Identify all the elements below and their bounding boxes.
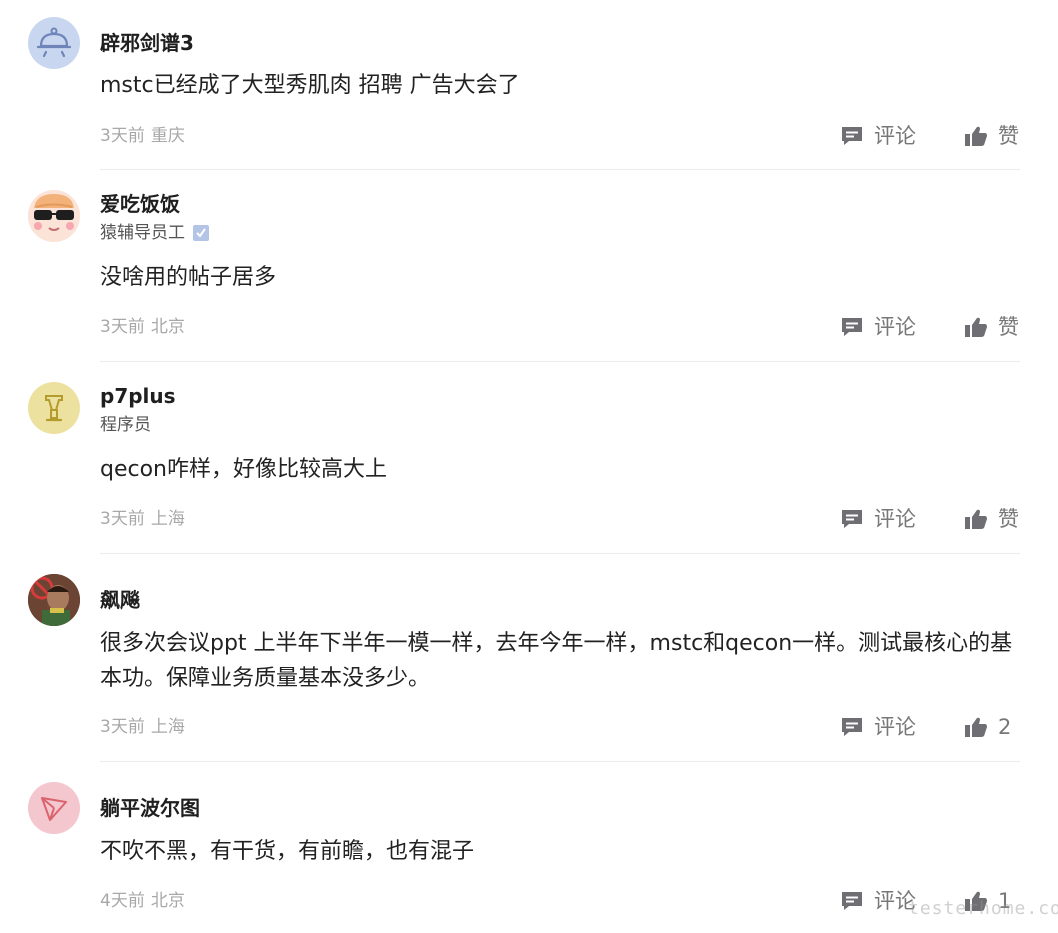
comment-bubble-icon [842,718,862,736]
comment-time: 3天前 [100,126,145,146]
user-role: 程序员 [100,414,151,436]
like-button[interactable]: 赞 [964,506,1019,532]
like-label: 赞 [998,315,1019,339]
comment-location: 上海 [150,509,185,529]
comment-location: 重庆 [150,126,185,146]
comment-location: 上海 [150,717,185,737]
thumbs-up-icon [965,126,987,146]
comment-location: 北京 [150,317,185,337]
username[interactable]: 躺平波尔图 [100,795,200,821]
comment-time: 3天前 [100,717,145,737]
comment-bubble-icon [842,510,862,528]
bell-tray-icon [36,27,72,58]
comment-location: 北京 [150,891,185,911]
user-avatar[interactable] [28,190,80,242]
username[interactable]: 爱吃饭饭 [100,191,180,217]
comment-text: 很多次会议ppt 上半年下半年一模一样，去年今年一样，mstc和qecon一样。… [100,631,1013,691]
user-avatar[interactable] [28,782,80,834]
divider [100,761,1020,762]
comment-meta: 3天前 上海 [100,508,185,530]
comment-bubble-icon [842,892,862,910]
divider [100,553,1020,554]
reply-label: 评论 [874,124,916,148]
user-role: 猿辅导员工 [100,222,209,244]
comment-meta: 3天前 北京 [100,316,185,338]
user-avatar[interactable] [28,382,80,434]
user-role-text: 猿辅导员工 [100,223,185,243]
verified-badge-icon [193,225,209,241]
divider [100,361,1020,362]
reply-button[interactable]: 评论 [840,506,916,532]
like-button[interactable]: 2 [964,714,1011,740]
trophy-icon [45,395,63,422]
reply-label: 评论 [874,507,916,531]
reply-button[interactable]: 评论 [840,314,916,340]
comment-text: mstc已经成了大型秀肌肉 招聘 广告大会了 [100,73,520,98]
photo-avatar-icon [28,574,80,626]
like-label: 赞 [998,507,1019,531]
user-avatar[interactable] [28,17,80,69]
watermark: testerhome.com [908,898,1058,919]
reply-label: 评论 [874,715,916,739]
reply-button[interactable]: 评论 [840,888,916,914]
like-count: 2 [998,715,1012,739]
comment-meta: 3天前 重庆 [100,125,185,147]
like-label: 赞 [998,124,1019,148]
comment-bubble-icon [842,318,862,336]
comment-text: 不吹不黑，有干货，有前瞻，也有混子 [100,839,475,864]
username[interactable]: p7plus [100,383,176,409]
username[interactable]: 飙飚 [100,587,140,613]
user-role-text: 程序员 [100,415,151,435]
username[interactable]: 辟邪剑谱3 [100,30,194,56]
thumbs-up-icon [965,717,987,737]
divider [100,169,1020,170]
comment-meta: 4天前 北京 [100,890,185,912]
reply-button[interactable]: 评论 [840,714,916,740]
user-avatar[interactable] [28,574,80,626]
comment-time: 3天前 [100,317,145,337]
reply-button[interactable]: 评论 [840,123,916,149]
thumbs-up-icon [965,509,987,529]
reply-label: 评论 [874,315,916,339]
comment-meta: 3天前 上海 [100,716,185,738]
comment-time: 4天前 [100,891,145,911]
comment-time: 3天前 [100,509,145,529]
paper-plane-icon [41,797,67,821]
comment-text: 没啥用的帖子居多 [100,265,277,290]
like-button[interactable]: 赞 [964,123,1019,149]
comment-bubble-icon [842,127,862,145]
thumbs-up-icon [965,317,987,337]
like-button[interactable]: 赞 [964,314,1019,340]
comment-text: qecon咋样，好像比较高大上 [100,457,387,482]
cartoon-sunglasses-avatar-icon [28,190,80,242]
